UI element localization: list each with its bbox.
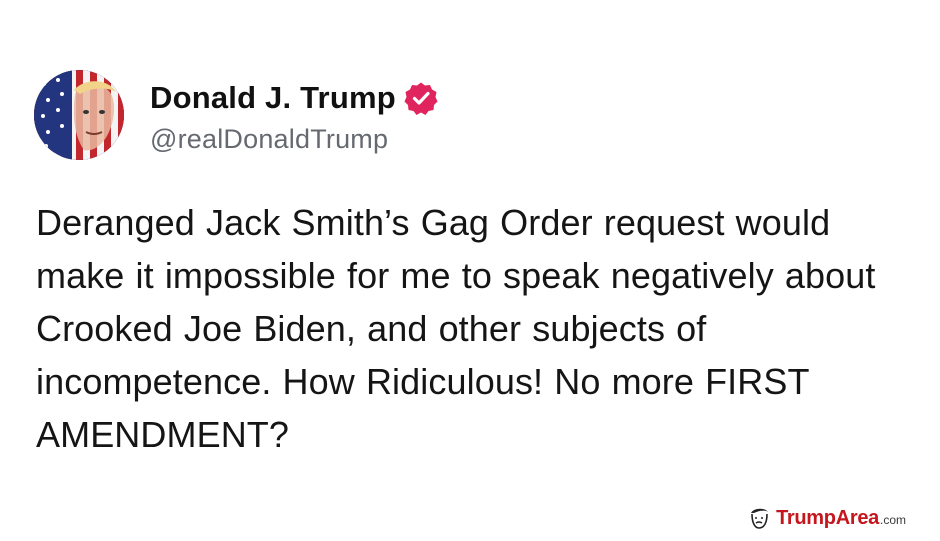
author-row: Donald J. Trump <box>150 78 438 118</box>
avatar[interactable] <box>34 70 124 160</box>
verified-badge-icon <box>404 81 438 115</box>
watermark: TrumpArea .com <box>746 503 906 533</box>
flag-portrait-avatar-icon <box>34 70 124 160</box>
watermark-tld: .com <box>879 513 906 527</box>
post-card: Donald J. Trump @realDonaldTrump Derange… <box>0 0 940 541</box>
post-header: Donald J. Trump @realDonaldTrump <box>150 78 438 155</box>
trump-face-logo-icon <box>746 505 772 531</box>
author-handle[interactable]: @realDonaldTrump <box>150 124 438 155</box>
author-display-name[interactable]: Donald J. Trump <box>150 80 396 116</box>
watermark-brand: TrumpArea <box>776 506 879 529</box>
post-text: Deranged Jack Smith’s Gag Order request … <box>36 202 876 455</box>
